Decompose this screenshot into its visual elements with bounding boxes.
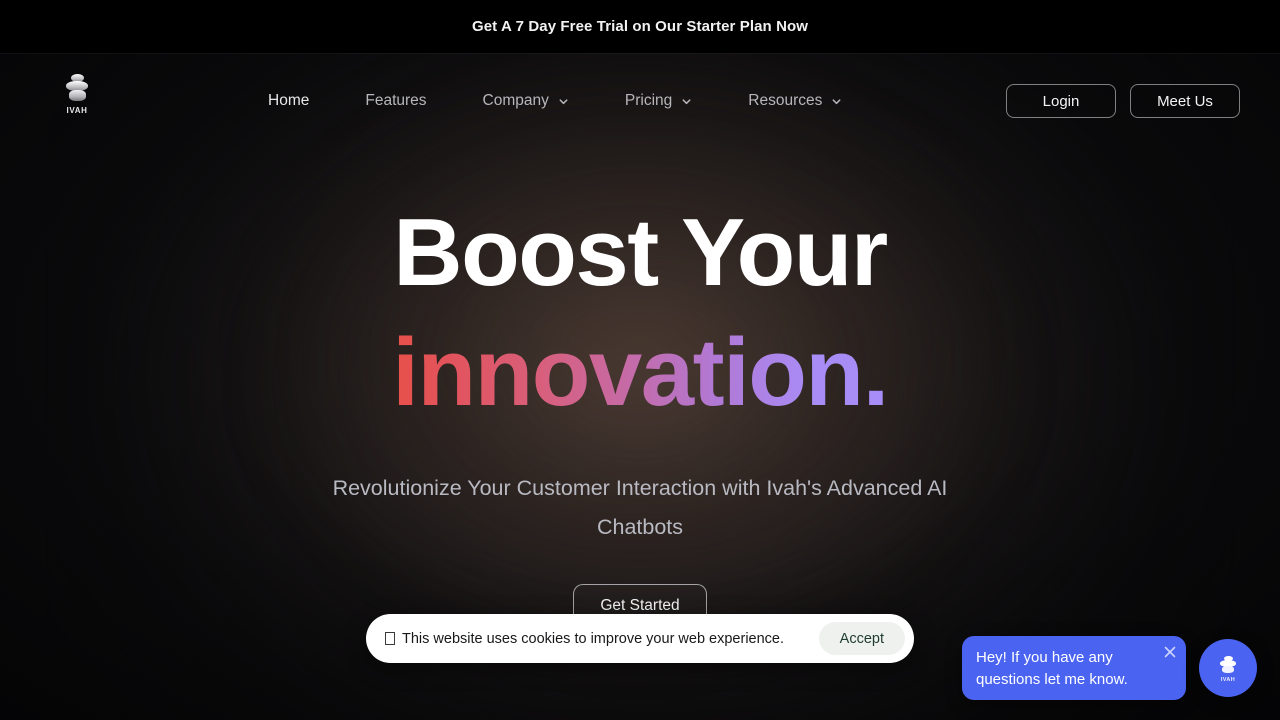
nav-item-label: Home	[268, 92, 310, 109]
nav-actions: Login Meet Us	[1006, 54, 1240, 148]
hero-headline-line2: innovation.	[392, 319, 889, 426]
cookie-message: This website uses cookies to improve you…	[402, 630, 785, 647]
navbar: IVAH Home Features Company Pricing Resou…	[0, 53, 1280, 147]
chevron-down-icon	[682, 98, 691, 104]
nav-item-home[interactable]: Home	[240, 92, 337, 110]
nav-item-label: Features	[365, 92, 427, 109]
logo-bot-icon	[1219, 653, 1237, 675]
chat-message: Hey! If you have any questions let me kn…	[976, 649, 1128, 688]
avatar-label: IVAH	[1220, 677, 1236, 683]
cookie-banner: This website uses cookies to improve you…	[366, 614, 914, 663]
nav-item-features[interactable]: Features	[337, 92, 454, 110]
nav-item-resources[interactable]: Resources	[720, 92, 870, 110]
hero-subheadline: Revolutionize Your Customer Interaction …	[332, 476, 948, 539]
logo-text: IVAH	[66, 106, 88, 115]
announcement-bar[interactable]: Get A 7 Day Free Trial on Our Starter Pl…	[0, 0, 1280, 53]
announcement-text: Get A 7 Day Free Trial on Our Starter Pl…	[471, 18, 809, 35]
page-root: Get A 7 Day Free Trial on Our Starter Pl…	[0, 0, 1280, 720]
chevron-down-icon	[559, 98, 568, 104]
chevron-down-icon	[832, 98, 841, 104]
close-icon[interactable]	[1161, 643, 1179, 661]
logo[interactable]: IVAH	[58, 70, 96, 115]
nav-item-pricing[interactable]: Pricing	[597, 92, 720, 110]
chat-bubble[interactable]: Hey! If you have any questions let me kn…	[962, 636, 1186, 700]
hero-headline-line1: Boost Your	[393, 199, 888, 306]
chat-launcher-avatar[interactable]: IVAH	[1199, 639, 1257, 697]
cookie-icon	[385, 632, 395, 645]
meet-us-button[interactable]: Meet Us	[1130, 84, 1240, 118]
cookie-accept-button[interactable]: Accept	[818, 622, 905, 655]
nav-item-label: Company	[482, 92, 549, 109]
logo-bot-icon	[64, 70, 90, 104]
nav-item-label: Pricing	[624, 92, 673, 109]
nav-links: Home Features Company Pricing Resources	[240, 54, 870, 148]
nav-item-company[interactable]: Company	[455, 92, 597, 110]
hero-section: Boost Your innovation. Revolutionize You…	[0, 147, 1280, 629]
nav-item-label: Resources	[748, 92, 823, 109]
login-button[interactable]: Login	[1006, 84, 1116, 118]
